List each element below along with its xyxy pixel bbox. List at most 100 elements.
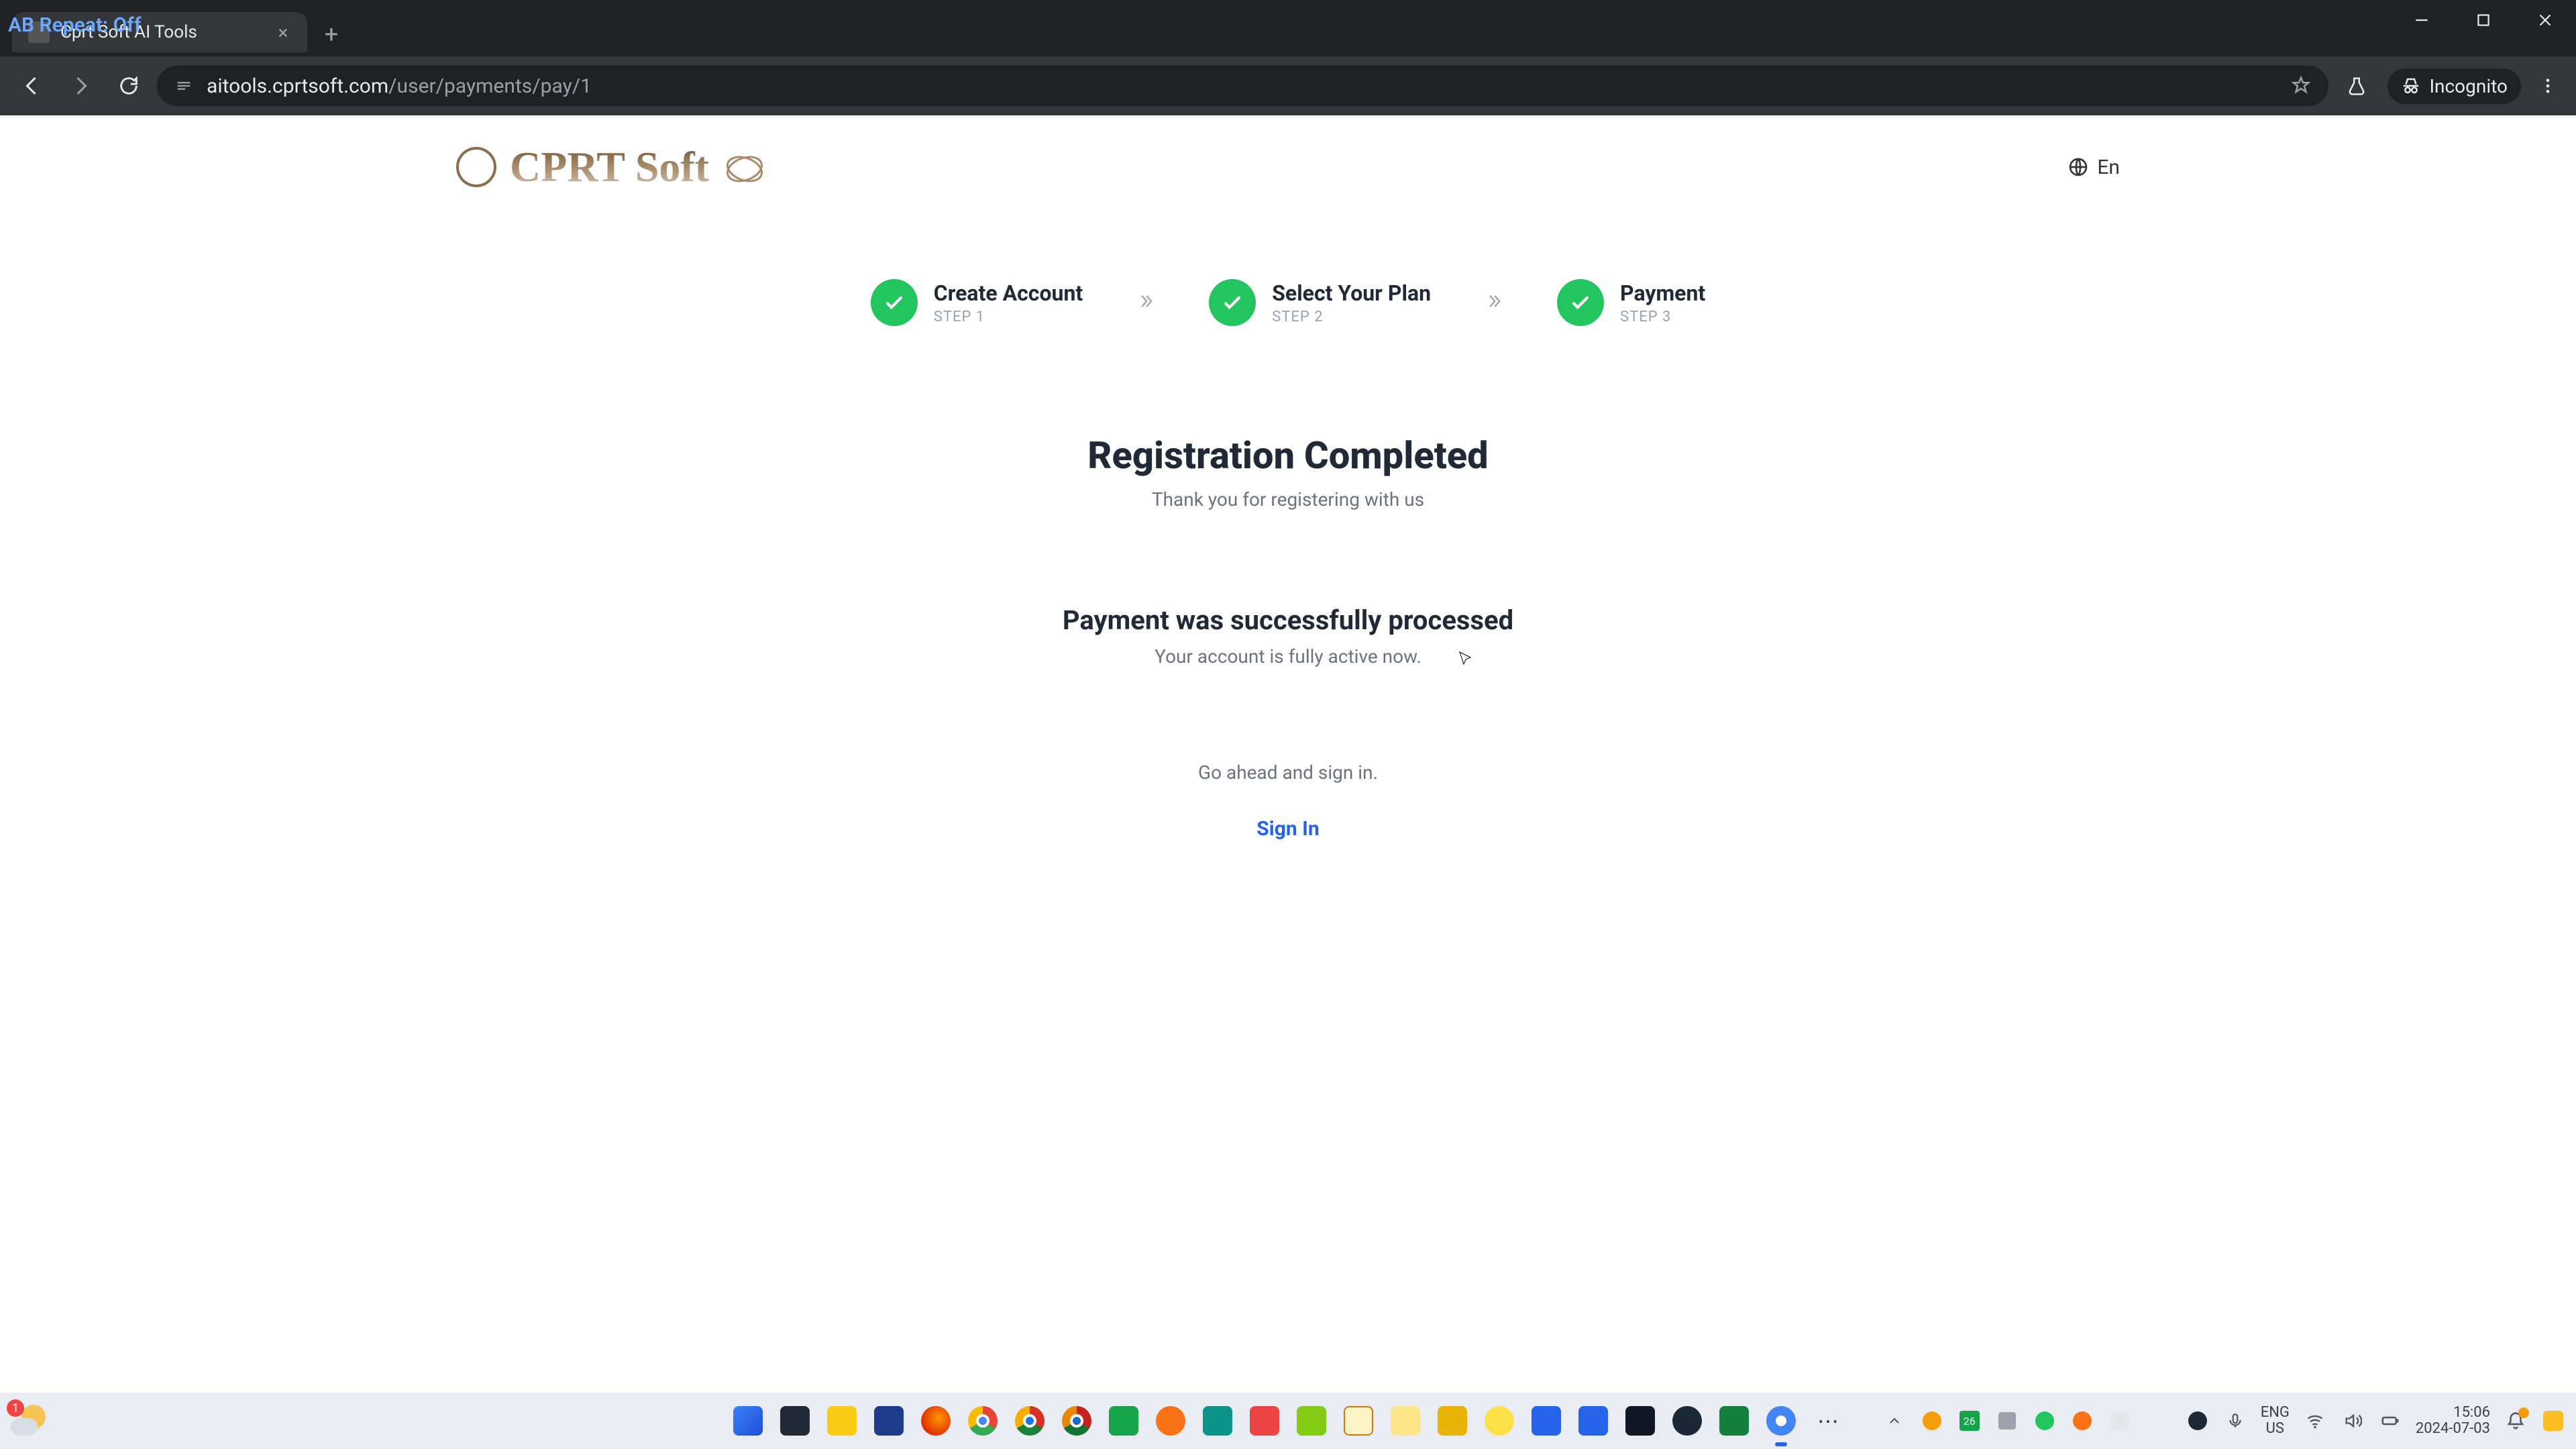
app-icon <box>1391 1406 1420 1436</box>
taskbar-overflow[interactable]: ⋯ <box>1808 1401 1848 1441</box>
logo-globe-icon <box>456 147 496 187</box>
language-indicator[interactable]: ENG US <box>2261 1405 2290 1437</box>
page-title: Registration Completed <box>0 433 2576 478</box>
taskbar-app-steam[interactable] <box>1667 1401 1707 1441</box>
step-sublabel: STEP 2 <box>1272 309 1431 325</box>
taskbar-app-chrome-3[interactable] <box>1057 1401 1097 1441</box>
brand-name: CPRT Soft <box>510 142 709 192</box>
mouse-cursor-icon <box>1457 651 1473 667</box>
tray-app-icon[interactable] <box>2033 1409 2057 1433</box>
window-close-button[interactable] <box>2514 0 2576 40</box>
taskbar-app-explorer[interactable] <box>822 1401 862 1441</box>
address-bar[interactable]: aitools.cprtsoft.com/user/payments/pay/1 <box>157 66 2328 106</box>
forward-button[interactable] <box>60 66 101 106</box>
tray-mic-icon[interactable] <box>2223 1409 2247 1433</box>
app-icon <box>1203 1406 1232 1436</box>
start-button[interactable] <box>728 1401 768 1441</box>
step-payment: Payment STEP 3 <box>1557 279 1705 326</box>
reload-button[interactable] <box>109 66 149 106</box>
taskbar-app-notepad[interactable] <box>1338 1401 1379 1441</box>
tray-chevron-up-icon[interactable] <box>1882 1409 1907 1433</box>
firefox-icon <box>921 1406 951 1436</box>
payment-status-sub: Your account is fully active now. <box>0 645 2576 667</box>
taskbar-app-chromium[interactable] <box>1761 1401 1801 1441</box>
taskbar-app[interactable] <box>1150 1401 1191 1441</box>
signin-link[interactable]: Sign In <box>1256 817 1319 841</box>
payment-status-title: Payment was successfully processed <box>0 604 2576 636</box>
language-switcher[interactable]: En <box>2068 156 2120 179</box>
chromium-icon <box>1766 1406 1796 1436</box>
taskbar-app[interactable] <box>1244 1401 1285 1441</box>
folder-icon <box>1438 1406 1467 1436</box>
taskbar-app[interactable] <box>1385 1401 1426 1441</box>
taskbar-app[interactable] <box>1479 1401 1519 1441</box>
bookmark-star-icon[interactable] <box>2291 75 2312 97</box>
taskbar-app[interactable] <box>1197 1401 1238 1441</box>
taskbar-app[interactable] <box>1291 1401 1332 1441</box>
window-controls <box>2391 0 2576 40</box>
maximize-button[interactable] <box>2453 0 2514 40</box>
taskbar-app-chrome-2[interactable] <box>1010 1401 1050 1441</box>
back-button[interactable] <box>12 66 52 106</box>
chevron-right-icon <box>1136 292 1155 313</box>
windows-icon <box>733 1406 763 1436</box>
taskbar-app-word[interactable] <box>1526 1401 1566 1441</box>
taskbar-app-firefox[interactable] <box>916 1401 956 1441</box>
step-check-icon <box>871 279 918 326</box>
globe-icon <box>2068 156 2089 178</box>
taskbar-clock[interactable]: 15:06 2024-07-03 <box>2416 1405 2490 1437</box>
tray-app-icon[interactable] <box>1920 1409 1944 1433</box>
minimize-button[interactable] <box>2391 0 2453 40</box>
notification-center-icon[interactable] <box>2504 1409 2528 1433</box>
taskbar-app[interactable] <box>1104 1401 1144 1441</box>
browser-menu-button[interactable] <box>2532 70 2564 102</box>
tab-strip: Cprt Soft AI Tools × + <box>0 0 347 52</box>
tray-battery-icon[interactable] <box>2378 1409 2402 1433</box>
tray-app-icon[interactable] <box>2541 1409 2565 1433</box>
step-select-plan: Select Your Plan STEP 2 <box>1209 279 1431 326</box>
taskbar-app-chrome[interactable] <box>963 1401 1003 1441</box>
tray-app-icon[interactable] <box>1995 1409 2019 1433</box>
labs-icon[interactable] <box>2337 66 2377 106</box>
tray-app-icon[interactable] <box>2070 1409 2094 1433</box>
tray-calendar-tile[interactable]: 26 <box>1957 1409 1982 1433</box>
tray-app-icon[interactable] <box>2108 1409 2132 1433</box>
weather-badge: 1 <box>7 1399 24 1417</box>
new-tab-button[interactable]: + <box>315 18 347 50</box>
taskbar-app-folder[interactable] <box>1432 1401 1472 1441</box>
tab-favicon <box>28 21 50 43</box>
step-check-icon <box>1557 279 1604 326</box>
chrome-icon <box>968 1406 998 1436</box>
browser-toolbar: aitools.cprtsoft.com/user/payments/pay/1… <box>0 56 2576 115</box>
site-info-icon[interactable] <box>173 75 195 97</box>
window-titlebar: AB Repeat: Off Cprt Soft AI Tools × + <box>0 0 2576 56</box>
steam-icon <box>1672 1406 1702 1436</box>
taskbar-app[interactable] <box>1620 1401 1660 1441</box>
tab-title: Cprt Soft AI Tools <box>60 22 264 42</box>
step-check-icon <box>1209 279 1256 326</box>
taskbar-app-powershell[interactable] <box>869 1401 909 1441</box>
more-icon: ⋯ <box>1813 1406 1843 1436</box>
step-label: Select Your Plan <box>1272 280 1431 306</box>
incognito-badge[interactable]: Incognito <box>2387 68 2521 104</box>
main-message: Registration Completed Thank you for reg… <box>0 433 2576 841</box>
tab-close-icon[interactable]: × <box>275 24 291 40</box>
brand-logo[interactable]: CPRT Soft <box>456 142 763 192</box>
taskbar-weather[interactable]: 1 <box>11 1403 46 1438</box>
step-label: Payment <box>1620 280 1705 306</box>
page-content: CPRT Soft En Create Account STEP 1 Sele <box>0 115 2576 1393</box>
browser-tab[interactable]: Cprt Soft AI Tools × <box>12 12 307 52</box>
site-header: CPRT Soft En <box>0 115 2576 219</box>
tray-steam-icon[interactable] <box>2186 1409 2210 1433</box>
taskbar-app[interactable] <box>775 1401 815 1441</box>
taskbar-app-calendar[interactable] <box>1573 1401 1613 1441</box>
language-label: En <box>2097 156 2120 179</box>
tray-network-icon[interactable] <box>2303 1409 2327 1433</box>
taskbar-apps: ⋯ <box>728 1401 1848 1441</box>
tray-volume-icon[interactable] <box>2341 1409 2365 1433</box>
url-text: aitools.cprtsoft.com/user/payments/pay/1 <box>207 74 2279 98</box>
chevron-right-icon <box>1485 292 1503 313</box>
chrome-icon <box>1015 1406 1044 1436</box>
taskbar-app-excel[interactable] <box>1714 1401 1754 1441</box>
step-sublabel: STEP 3 <box>1620 309 1705 325</box>
